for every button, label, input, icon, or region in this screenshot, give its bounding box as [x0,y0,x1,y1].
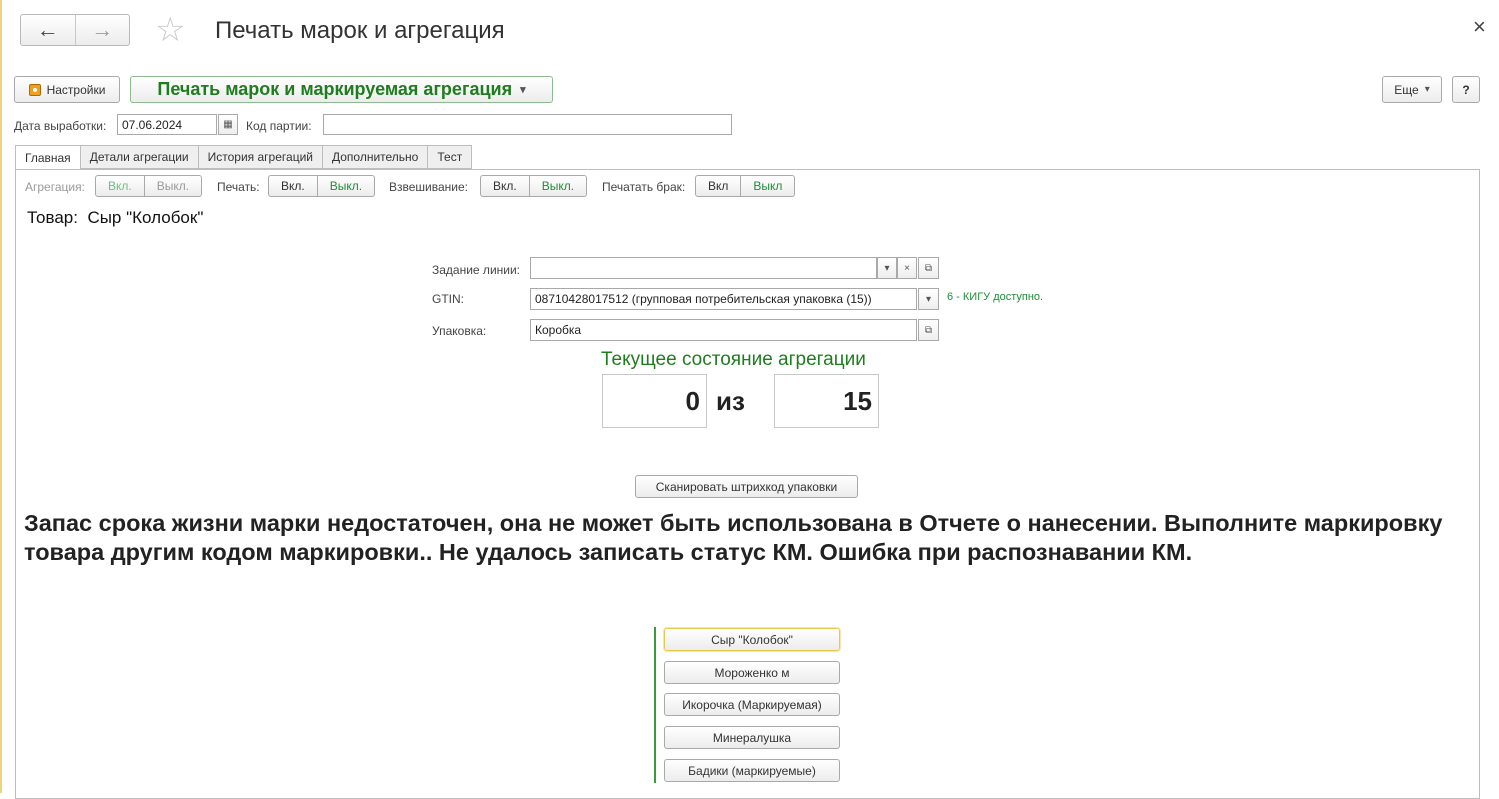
mode-select-button[interactable]: Печать марок и маркируемая агрегация ▾ [130,76,553,103]
chevron-down-icon: ▾ [520,84,526,96]
gtin-field[interactable]: 08710428017512 (групповая потребительска… [530,288,917,310]
chevron-down-icon[interactable]: ▾ [877,257,897,279]
back-button[interactable]: ← [21,15,75,45]
batch-label: Код партии: [246,119,312,133]
batch-field[interactable] [323,114,732,135]
settings-button[interactable]: Настройки [14,76,120,103]
tab-main[interactable]: Главная [15,145,81,170]
print-off-button[interactable]: Выкл. [317,175,376,197]
aggregation-off-button[interactable]: Выкл. [144,175,203,197]
aggregation-state-title: Текущее состояние агрегации [601,349,866,370]
gtin-label: GTIN: [432,292,464,306]
forward-button[interactable]: → [74,15,130,45]
aggregation-separator: из [716,386,745,416]
tab-test[interactable]: Тест [428,145,473,169]
tab-aggregation-history[interactable]: История агрегаций [198,145,323,169]
print-defect-toggle-label: Печатать брак: [602,180,686,194]
aggregation-total-count: 15 [774,374,879,428]
product-name: Сыр "Колобок" [87,208,204,227]
chevron-down-icon: ▾ [1424,84,1430,95]
settings-label: Настройки [46,82,106,97]
arrow-right-icon: → [91,17,114,42]
weighing-off-button[interactable]: Выкл. [529,175,588,197]
arrow-left-icon: ← [36,17,59,42]
aggregation-toggle-label: Агрегация: [25,180,85,194]
help-button[interactable]: ? [1452,76,1480,103]
package-label: Упаковка: [432,324,487,338]
tab-aggregation-details[interactable]: Детали агрегации [80,145,199,169]
tab-bar: Главная Детали агрегации История агрегац… [15,145,473,170]
product-heading: Товар: Сыр "Колобок" [27,208,203,228]
scan-package-barcode-button[interactable]: Сканировать штрихкод упаковки [635,475,858,498]
page-title: Печать марок и агрегация [215,17,505,44]
weighing-on-button[interactable]: Вкл. [480,175,530,197]
product-label: Товар: [27,208,78,227]
product-button-kolobok[interactable]: Сыр "Колобок" [663,627,841,652]
product-button-ikorochka[interactable]: Икорочка (Маркируемая) [664,693,840,716]
open-icon[interactable]: ⧉ [918,257,939,279]
favorite-star-icon[interactable]: ☆ [155,12,185,48]
more-button[interactable]: Еще ▾ [1382,76,1442,103]
date-field[interactable]: 07.06.2024 [117,114,217,135]
weighing-toggle: Вкл. Выкл. [480,175,588,197]
settings-icon [28,83,41,96]
print-toggle-label: Печать: [217,180,260,194]
clear-icon[interactable]: × [897,257,917,279]
error-message: Запас срока жизни марки недостаточен, он… [24,510,1443,565]
calendar-icon[interactable]: ▦ [218,114,238,135]
more-label: Еще [1394,82,1419,97]
date-label: Дата выработки: [14,119,107,133]
close-icon[interactable]: × [1473,14,1486,40]
product-button-morozhenko[interactable]: Мороженко м [664,661,840,684]
aggregation-on-button[interactable]: Вкл. [95,175,145,197]
window-edge [0,0,2,793]
package-field[interactable]: Коробка [530,319,917,341]
print-toggle: Вкл. Выкл. [268,175,376,197]
tab-additional[interactable]: Дополнительно [322,145,429,169]
chevron-down-icon[interactable]: ▾ [918,288,939,310]
mode-label: Печать марок и маркируемая агрегация [157,79,513,99]
print-defect-toggle: Вкл Выкл [695,175,796,197]
print-on-button[interactable]: Вкл. [268,175,318,197]
open-icon[interactable]: ⧉ [918,319,939,341]
weighing-toggle-label: Взвешивание: [389,180,469,194]
aggregation-current-count: 0 [602,374,707,428]
product-button-badiki[interactable]: Бадики (маркируемые) [664,759,840,782]
nav-group: ← → [20,14,130,46]
line-task-label: Задание линии: [432,263,521,277]
print-defect-on-button[interactable]: Вкл [695,175,742,197]
aggregation-toggle: Вкл. Выкл. [95,175,203,197]
product-button-mineralushka[interactable]: Минералушка [664,726,840,749]
product-list-divider [654,627,656,783]
gtin-available-note: 6 - КИГУ доступно. [947,291,1044,303]
print-defect-off-button[interactable]: Выкл [741,175,796,197]
line-task-field[interactable] [530,257,877,279]
